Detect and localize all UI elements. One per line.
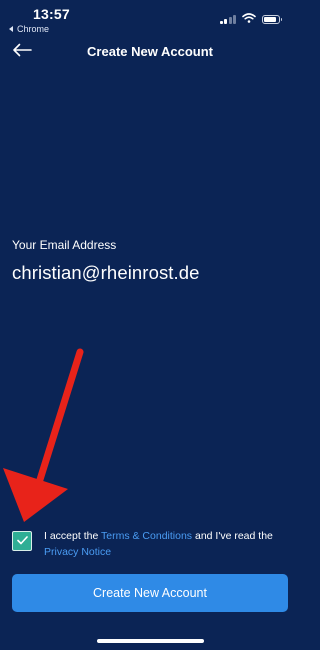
status-icons [219, 10, 282, 28]
email-label: Your Email Address [12, 238, 117, 252]
terms-text: I accept the Terms & Conditions and I've… [44, 528, 292, 560]
status-bar: 13:57 Chrome [0, 0, 300, 34]
create-account-button[interactable]: Create New Account [12, 574, 288, 612]
terms-text-part1: I accept the [44, 530, 102, 542]
status-time: 13:57 [33, 6, 70, 22]
terms-conditions-link[interactable]: Terms & Conditions [101, 530, 192, 542]
terms-text-part2: and I've read the [192, 530, 273, 542]
signal-icon [219, 14, 236, 24]
back-to-app-link[interactable]: Chrome [9, 24, 49, 34]
back-triangle-icon [9, 26, 13, 32]
checkmark-icon [16, 532, 28, 550]
terms-row: I accept the Terms & Conditions and I've… [12, 528, 292, 560]
privacy-notice-link[interactable]: Privacy Notice [44, 546, 111, 558]
nav-bar: Create New Account [0, 38, 300, 68]
home-indicator[interactable] [97, 639, 204, 643]
page-title: Create New Account [87, 44, 213, 59]
battery-level [264, 16, 276, 22]
battery-icon [262, 14, 282, 24]
terms-checkbox[interactable] [12, 531, 32, 551]
wifi-icon [242, 10, 256, 28]
email-value: christian@rheinrost.de [12, 262, 200, 283]
back-app-label: Chrome [17, 24, 50, 34]
